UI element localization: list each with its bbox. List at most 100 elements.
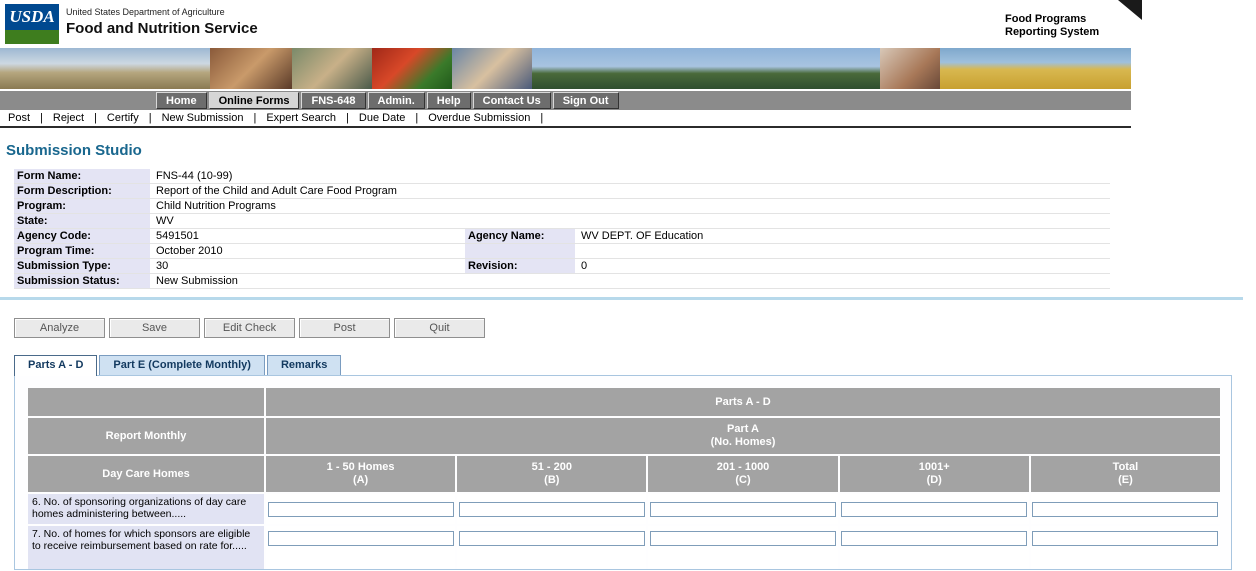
submenu-bar: Post | Reject | Certify | New Submission… — [0, 110, 1131, 128]
detail-row-program-time: Program Time: October 2010 — [14, 244, 1110, 259]
department-text: United States Department of Agriculture … — [66, 7, 258, 37]
menu-separator: | — [253, 112, 256, 124]
day-care-homes-header: Day Care Homes — [28, 456, 264, 492]
part-a-header: Part A (No. Homes) — [266, 418, 1220, 454]
nav-sign-out[interactable]: Sign Out — [553, 92, 619, 109]
save-button[interactable]: Save — [109, 318, 200, 338]
nav-home[interactable]: Home — [156, 92, 207, 109]
input-row-6-col-d[interactable] — [841, 502, 1027, 517]
table-row-7: 7. No. of homes for which sponsors are e… — [28, 526, 1220, 570]
row-7-cell-e — [1031, 526, 1220, 570]
action-toolbar: Analyze Save Edit Check Post Quit — [14, 318, 1256, 338]
row-6-cell-d — [840, 494, 1029, 524]
table-title-row: Parts A - D — [28, 388, 1220, 416]
input-row-7-col-c[interactable] — [650, 531, 836, 546]
tab-parts-a-d[interactable]: Parts A - D — [14, 355, 97, 376]
app-root: USDA United States Department of Agricul… — [0, 0, 1256, 570]
banner-photo-children — [880, 48, 940, 89]
tab-part-e-complete-monthly[interactable]: Part E (Complete Monthly) — [99, 355, 265, 375]
row-6-cell-b — [457, 494, 646, 524]
detail-value: 5491501 — [150, 230, 465, 242]
menu-separator: | — [346, 112, 349, 124]
app-name-line2: Reporting System — [1005, 26, 1099, 39]
detail-value: New Submission — [150, 275, 238, 287]
table-title: Parts A - D — [266, 388, 1220, 416]
detail-value-agency-name: WV DEPT. OF Education — [575, 230, 703, 242]
detail-label-agency-name: Agency Name: — [465, 229, 575, 243]
detail-value: Child Nutrition Programs — [150, 200, 276, 212]
detail-row-program: Program: Child Nutrition Programs — [14, 199, 1110, 214]
column-header-e-line2: (E) — [1031, 474, 1220, 487]
analyze-button[interactable]: Analyze — [14, 318, 105, 338]
menu-overdue-submission[interactable]: Overdue Submission — [428, 112, 530, 124]
edit-check-button[interactable]: Edit Check — [204, 318, 295, 338]
detail-label: Submission Status: — [14, 274, 150, 288]
tab-remarks[interactable]: Remarks — [267, 355, 341, 375]
app-name-line1: Food Programs — [1005, 13, 1099, 26]
parts-a-d-table: Parts A - D Report Monthly Part A (No. H… — [28, 388, 1220, 570]
input-row-6-col-e[interactable] — [1032, 502, 1218, 517]
usda-logo-text: USDA — [5, 4, 59, 30]
detail-value-revision: 0 — [575, 260, 587, 272]
agency-name: Food and Nutrition Service — [66, 20, 258, 37]
detail-value: October 2010 — [150, 245, 465, 257]
row-7-cell-d — [840, 526, 1029, 570]
menu-separator: | — [94, 112, 97, 124]
menu-expert-search[interactable]: Expert Search — [266, 112, 336, 124]
tab-panel: Parts A - D Report Monthly Part A (No. H… — [14, 375, 1232, 570]
column-header-c-line1: 201 - 1000 — [648, 461, 837, 474]
row-6-cell-e — [1031, 494, 1220, 524]
nav-contact-us[interactable]: Contact Us — [473, 92, 551, 109]
input-row-7-col-a[interactable] — [268, 531, 454, 546]
table-column-header-row: Day Care Homes 1 - 50 Homes (A) 51 - 200… — [28, 456, 1220, 492]
department-name: United States Department of Agriculture — [66, 7, 258, 17]
column-header-d: 1001+ (D) — [840, 456, 1029, 492]
submission-details: Form Name: FNS-44 (10-99) Form Descripti… — [14, 169, 1110, 289]
nav-online-forms[interactable]: Online Forms — [209, 92, 300, 109]
table-corner-cell — [28, 388, 264, 416]
detail-label: Form Description: — [14, 184, 150, 198]
input-row-6-col-c[interactable] — [650, 502, 836, 517]
input-row-7-col-d[interactable] — [841, 531, 1027, 546]
post-button[interactable]: Post — [299, 318, 390, 338]
menu-certify[interactable]: Certify — [107, 112, 139, 124]
table-group-header-row: Report Monthly Part A (No. Homes) — [28, 418, 1220, 454]
usda-logo-green-bar — [5, 30, 59, 44]
column-header-a-line2: (A) — [266, 474, 455, 487]
part-a-header-line1: Part A — [266, 423, 1220, 436]
nav-fns-648[interactable]: FNS-648 — [301, 92, 365, 109]
tab-bar: Parts A - D Part E (Complete Monthly) Re… — [14, 354, 1256, 375]
table-row-6: 6. No. of sponsoring organizations of da… — [28, 494, 1220, 524]
input-row-6-col-b[interactable] — [459, 502, 645, 517]
banner-photo-family-1 — [210, 48, 292, 89]
menu-reject[interactable]: Reject — [53, 112, 84, 124]
menu-new-submission[interactable]: New Submission — [162, 112, 244, 124]
input-row-7-col-e[interactable] — [1032, 531, 1218, 546]
detail-label: Program Time: — [14, 244, 150, 258]
detail-label: Agency Code: — [14, 229, 150, 243]
column-header-a-line1: 1 - 50 Homes — [266, 461, 455, 474]
nav-help[interactable]: Help — [427, 92, 471, 109]
nav-admin[interactable]: Admin. — [368, 92, 425, 109]
banner-photo-vegetables — [372, 48, 452, 89]
report-monthly-header: Report Monthly — [28, 418, 264, 454]
menu-due-date[interactable]: Due Date — [359, 112, 405, 124]
quit-button[interactable]: Quit — [394, 318, 485, 338]
menu-separator: | — [149, 112, 152, 124]
row-6-label: 6. No. of sponsoring organizations of da… — [28, 494, 264, 524]
banner-photo-family-2 — [292, 48, 372, 89]
detail-row-agency-code: Agency Code: 5491501 Agency Name: WV DEP… — [14, 229, 1110, 244]
detail-row-submission-type: Submission Type: 30 Revision: 0 — [14, 259, 1110, 274]
part-a-header-line2: (No. Homes) — [266, 436, 1220, 449]
detail-value: 30 — [150, 260, 465, 272]
banner-photo-landscape — [0, 48, 210, 89]
input-row-6-col-a[interactable] — [268, 502, 454, 517]
column-header-c-line2: (C) — [648, 474, 837, 487]
page-title: Submission Studio — [6, 142, 1256, 159]
detail-row-form-name: Form Name: FNS-44 (10-99) — [14, 169, 1110, 184]
detail-label: State: — [14, 214, 150, 228]
menu-post[interactable]: Post — [8, 112, 30, 124]
banner-photo-mountains — [532, 48, 880, 89]
input-row-7-col-b[interactable] — [459, 531, 645, 546]
detail-row-submission-status: Submission Status: New Submission — [14, 274, 1110, 289]
